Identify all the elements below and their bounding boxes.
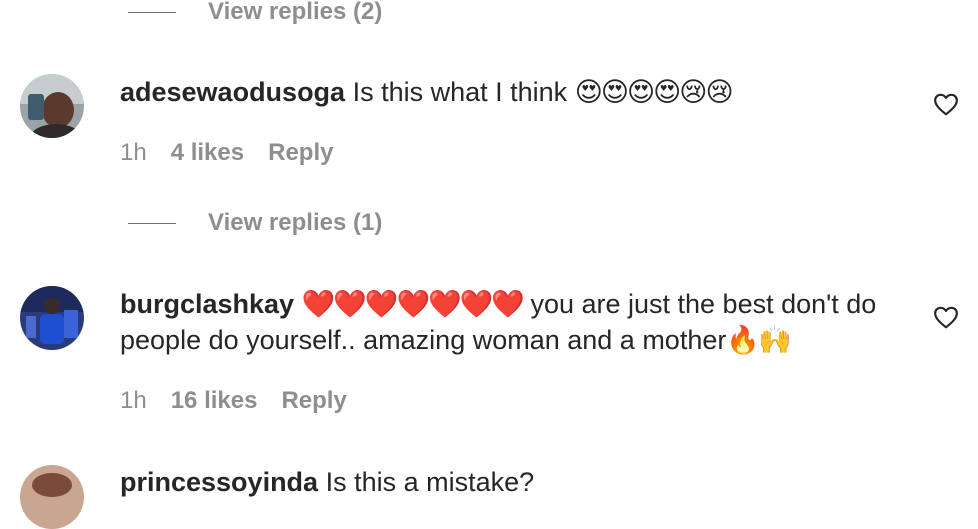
view-replies-button[interactable]: View replies (2): [128, 0, 382, 27]
replies-divider-line: [128, 11, 176, 13]
view-replies-label: View replies (2): [208, 0, 383, 25]
replies-divider-line: [128, 222, 176, 224]
avatar[interactable]: [20, 286, 84, 350]
comment-likes[interactable]: 16 likes: [171, 387, 258, 415]
comment-text: princessoyinda Is this a mistake?: [120, 464, 910, 500]
comment-likes[interactable]: 4 likes: [171, 139, 244, 167]
reply-button[interactable]: Reply: [268, 139, 333, 167]
comment-meta: 1h 4 likes Reply: [120, 139, 357, 167]
comment-username[interactable]: adesewaodusoga: [120, 77, 345, 107]
comment-hearts: ❤️❤️❤️❤️❤️❤️❤️: [301, 289, 525, 319]
comment-username[interactable]: burgclashkay: [120, 289, 294, 319]
comment-body: Is this what I think: [352, 77, 568, 107]
comment-emojis: 😍😍😍😍😢😢: [574, 77, 734, 107]
view-replies-button[interactable]: View replies (1): [128, 208, 382, 238]
comment-time[interactable]: 1h: [120, 139, 147, 167]
comment-meta: 1h 16 likes Reply: [120, 387, 371, 415]
comment-username[interactable]: princessoyinda: [120, 467, 318, 497]
reply-button[interactable]: Reply: [281, 387, 346, 415]
avatar[interactable]: [20, 465, 84, 529]
comment-body: Is this a mistake?: [325, 467, 535, 497]
like-heart-icon[interactable]: [933, 92, 959, 116]
like-heart-icon[interactable]: [933, 305, 959, 329]
comment-time[interactable]: 1h: [120, 387, 147, 415]
avatar-photo: [20, 465, 84, 529]
avatar-photo: [20, 74, 84, 138]
comment-text: adesewaodusoga Is this what I think 😍😍😍😍…: [120, 74, 910, 110]
avatar[interactable]: [20, 74, 84, 138]
comment-emojis: 🔥🙌: [726, 325, 791, 355]
view-replies-label: View replies (1): [208, 209, 383, 236]
comment-text: burgclashkay ❤️❤️❤️❤️❤️❤️❤️ you are just…: [120, 286, 910, 358]
avatar-photo: [20, 286, 84, 350]
